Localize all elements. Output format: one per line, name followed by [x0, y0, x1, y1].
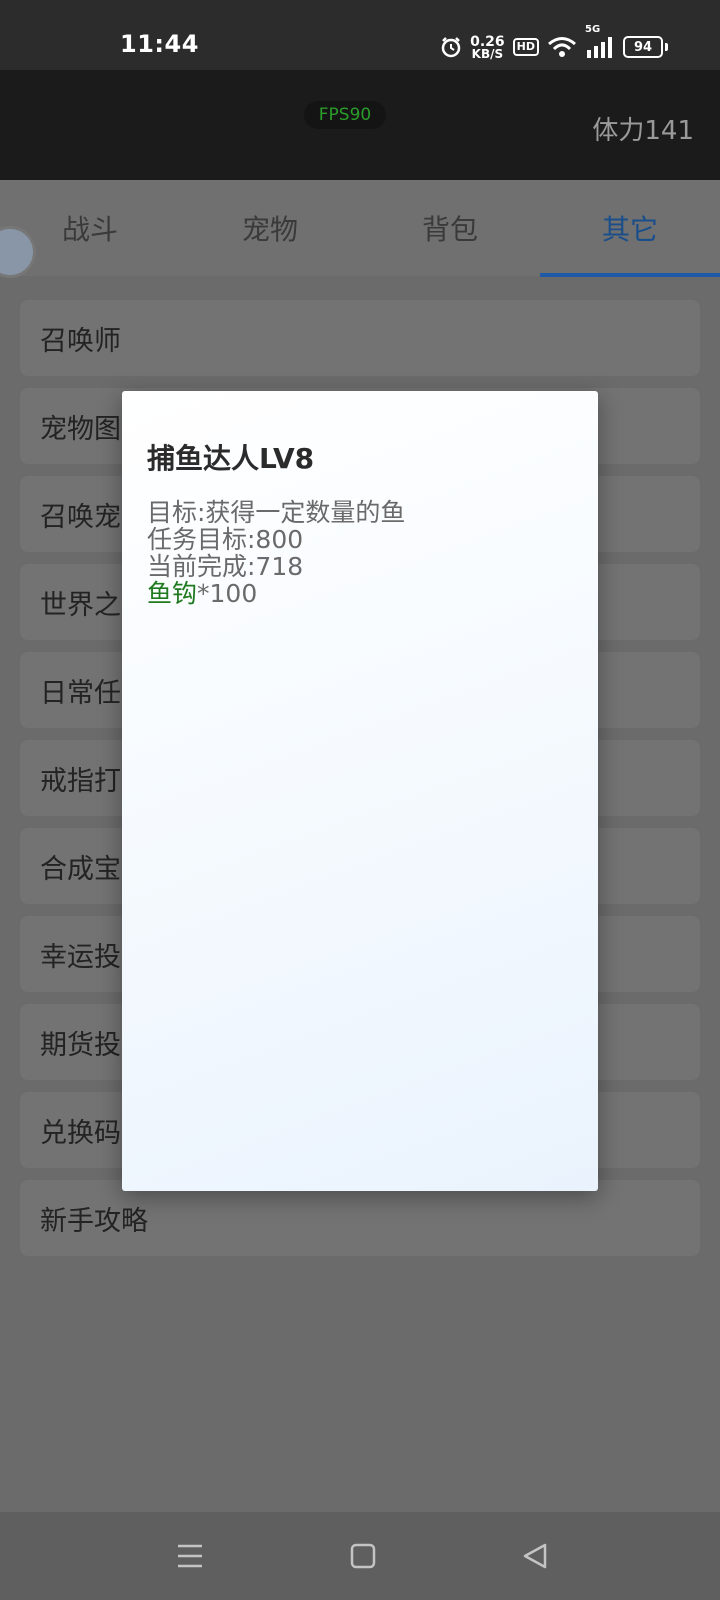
achievement-dialog[interactable]: 捕鱼达人LV8 目标:获得一定数量的鱼 任务目标:800 当前完成:718 鱼钩…: [122, 391, 598, 1191]
dialog-title: 捕鱼达人LV8: [147, 442, 315, 475]
dialog-reward: 鱼钩*100: [147, 580, 257, 607]
network-type: 5G: [585, 24, 601, 35]
list-item-label: 宠物图: [40, 413, 121, 445]
list-item-label: 日常任: [40, 677, 121, 709]
dialog-current-progress: 当前完成:718: [147, 552, 304, 581]
back-icon[interactable]: [515, 1538, 555, 1574]
battery-icon: 94: [623, 36, 663, 58]
active-tab-indicator: [540, 273, 720, 277]
list-item-label: 新手攻略: [40, 1205, 148, 1237]
menu-icon[interactable]: [170, 1538, 210, 1574]
home-icon[interactable]: [343, 1538, 383, 1574]
status-time: 11:44: [120, 30, 199, 58]
tab-pets[interactable]: 宠物: [180, 180, 360, 276]
menu-item-summoner[interactable]: 召唤师: [20, 300, 700, 376]
net-speed-unit: KB/S: [471, 46, 504, 61]
stamina-counter: 体力141: [592, 116, 694, 146]
fps-badge: FPS90: [304, 101, 386, 129]
battery-tip: [665, 43, 668, 51]
list-item-label: 召唤师: [40, 325, 121, 357]
tab-bar: 战斗 宠物 背包 其它: [0, 180, 720, 276]
wifi-icon: [547, 36, 577, 58]
list-item-label: 合成宝: [40, 853, 121, 885]
net-speed: 0.26 KB/S: [470, 35, 505, 61]
list-item-label: 期货投: [40, 1029, 121, 1061]
list-item-label: 戒指打: [40, 765, 121, 797]
reward-quantity: *100: [197, 579, 258, 608]
list-item-label: 兑换码: [40, 1117, 121, 1149]
alarm-icon: [440, 36, 462, 58]
list-item-label: 世界之: [40, 589, 121, 621]
dialog-goal: 目标:获得一定数量的鱼: [147, 498, 406, 527]
menu-item-beginner-guide[interactable]: 新手攻略: [20, 1180, 700, 1256]
list-item-label: 召唤宠: [40, 501, 121, 533]
reward-item-name: 鱼钩: [147, 579, 198, 608]
dialog-task-target: 任务目标:800: [147, 525, 304, 554]
status-icons: 0.26 KB/S HD 5G 94: [440, 24, 668, 61]
tab-other[interactable]: 其它: [540, 180, 720, 276]
hd-badge: HD: [512, 38, 539, 56]
tab-backpack[interactable]: 背包: [360, 180, 540, 276]
cellular-signal-icon: 5G: [585, 24, 615, 58]
list-item-label: 幸运投: [40, 941, 121, 973]
